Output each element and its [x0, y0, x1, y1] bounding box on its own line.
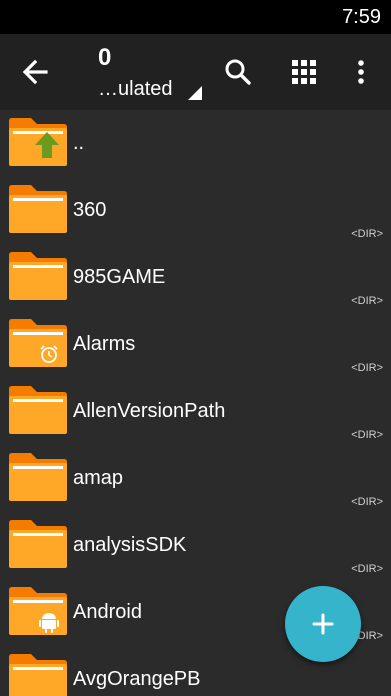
folder-alarm-icon	[9, 319, 67, 367]
more-vert-icon	[358, 60, 364, 84]
status-time: 7:59	[342, 6, 381, 28]
item-name: 985GAME	[73, 266, 166, 288]
search-button[interactable]	[222, 56, 254, 88]
item-name: 360	[73, 199, 107, 221]
more-options-button[interactable]	[345, 56, 377, 88]
parent-directory-row[interactable]: ..	[0, 110, 391, 177]
item-name: amap	[73, 467, 124, 489]
add-fab-button[interactable]	[285, 586, 361, 662]
item-type-tag: <DIR>	[351, 496, 383, 508]
grid-view-icon	[292, 60, 316, 84]
list-item[interactable]: AllenVersionPath <DIR>	[0, 378, 391, 445]
folder-icon	[9, 386, 67, 434]
list-item[interactable]: 985GAME <DIR>	[0, 244, 391, 311]
list-item[interactable]: Alarms <DIR>	[0, 311, 391, 378]
title-area[interactable]: 0 …ulated	[98, 44, 208, 104]
item-name: Alarms	[73, 333, 136, 355]
dropdown-corner-icon	[188, 86, 202, 100]
list-item[interactable]: 360 <DIR>	[0, 177, 391, 244]
item-name: Android	[73, 601, 142, 623]
search-icon	[225, 59, 251, 85]
list-item[interactable]: amap <DIR>	[0, 445, 391, 512]
item-type-tag: <DIR>	[351, 295, 383, 307]
grid-view-button[interactable]	[288, 56, 320, 88]
list-item[interactable]: analysisSDK <DIR>	[0, 512, 391, 579]
back-button[interactable]	[16, 54, 56, 90]
item-type-tag: <DIR>	[351, 429, 383, 441]
item-type-tag: <DIR>	[351, 228, 383, 240]
parent-directory-label: ..	[73, 132, 85, 154]
folder-icon	[9, 252, 67, 300]
item-name: analysisSDK	[73, 534, 187, 556]
folder-android-icon	[9, 587, 67, 635]
item-type-tag: <DIR>	[351, 362, 383, 374]
folder-icon	[9, 453, 67, 501]
status-bar: 7:59	[0, 0, 391, 34]
folder-icon	[9, 520, 67, 568]
current-path: …ulated	[98, 78, 173, 100]
item-type-tag: <DIR>	[351, 563, 383, 575]
plus-icon	[312, 613, 334, 635]
folder-icon	[9, 654, 67, 696]
arrow-back-icon	[22, 59, 48, 85]
toolbar: 0 …ulated	[0, 34, 391, 110]
item-name: AvgOrangePB	[73, 668, 201, 690]
folder-up-icon	[9, 118, 67, 166]
selection-count: 0	[98, 44, 112, 71]
item-name: AllenVersionPath	[73, 400, 226, 422]
folder-icon	[9, 185, 67, 233]
